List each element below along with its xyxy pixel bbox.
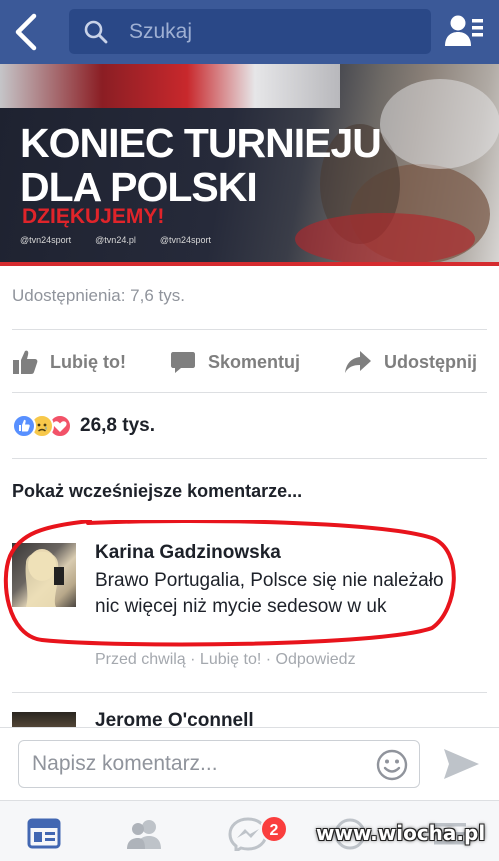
divider (12, 329, 487, 330)
red-highlight-circle (3, 520, 456, 647)
banner-subtitle: DZIĘKUJEMY! (22, 205, 165, 228)
reactions-summary[interactable]: 26,8 tys. (12, 412, 155, 440)
comment-label: Skomentuj (208, 351, 301, 372)
search-placeholder: Szukaj (129, 20, 193, 43)
thumbs-up-icon (13, 350, 38, 374)
banner-title: KONIEC TURNIEJU DLA POLSKI (20, 120, 382, 210)
comment-meta[interactable]: Przed chwilą · Lubię to! · Odpowiedz (95, 651, 356, 669)
share-icon (345, 351, 371, 373)
share-label: Udostępnij (384, 351, 477, 372)
like-button[interactable]: Lubię to! (12, 345, 126, 379)
friend-requests-button[interactable] (443, 14, 485, 50)
banner-title-line2: DLA POLSKI (20, 164, 258, 210)
banner-accent-bar (0, 262, 499, 266)
share-button[interactable]: Udostępnij (344, 345, 477, 379)
messenger-badge: 2 (260, 815, 288, 843)
divider (12, 458, 487, 459)
post-image[interactable]: KONIEC TURNIEJU DLA POLSKI DZIĘKUJEMY! @… (0, 64, 499, 266)
social-handle: @tvn24sport (159, 235, 212, 245)
like-reaction-icon (12, 414, 36, 438)
banner-socials: @tvn24sport @tvn24.pl @tvn24sport (20, 235, 211, 245)
divider (12, 692, 487, 693)
comment-placeholder: Napisz komentarz... (32, 752, 218, 775)
comment-button[interactable]: Skomentuj (170, 345, 300, 379)
banner-title-line1: KONIEC TURNIEJU (20, 120, 382, 166)
search-input[interactable]: Szukaj (69, 9, 431, 54)
like-label: Lubię to! (50, 351, 126, 372)
social-handle: @tvn24sport (20, 235, 72, 245)
back-icon (15, 13, 37, 51)
reaction-count: 26,8 tys. (80, 415, 155, 436)
divider (12, 392, 487, 393)
search-icon (84, 20, 108, 44)
top-nav-bar: Szukaj (0, 0, 499, 64)
show-previous-comments-link[interactable]: Pokaż wcześniejsze komentarze... (12, 481, 302, 502)
send-icon[interactable] (441, 746, 481, 782)
friends-icon[interactable] (125, 817, 165, 851)
watermark: www.wiocha.pl (316, 821, 486, 845)
comment-composer: Napisz komentarz... (0, 727, 499, 799)
comment-input[interactable]: Napisz komentarz... (18, 740, 420, 788)
social-handle: @tvn24.pl (95, 235, 136, 245)
comment-icon (171, 352, 195, 373)
emoji-icon[interactable] (375, 748, 409, 782)
banner-players-strip (0, 64, 340, 108)
news-feed-icon[interactable] (26, 817, 66, 851)
back-button[interactable] (10, 12, 46, 52)
share-count[interactable]: Udostępnienia: 7,6 tys. (12, 286, 185, 306)
friend-requests-icon (445, 15, 483, 46)
